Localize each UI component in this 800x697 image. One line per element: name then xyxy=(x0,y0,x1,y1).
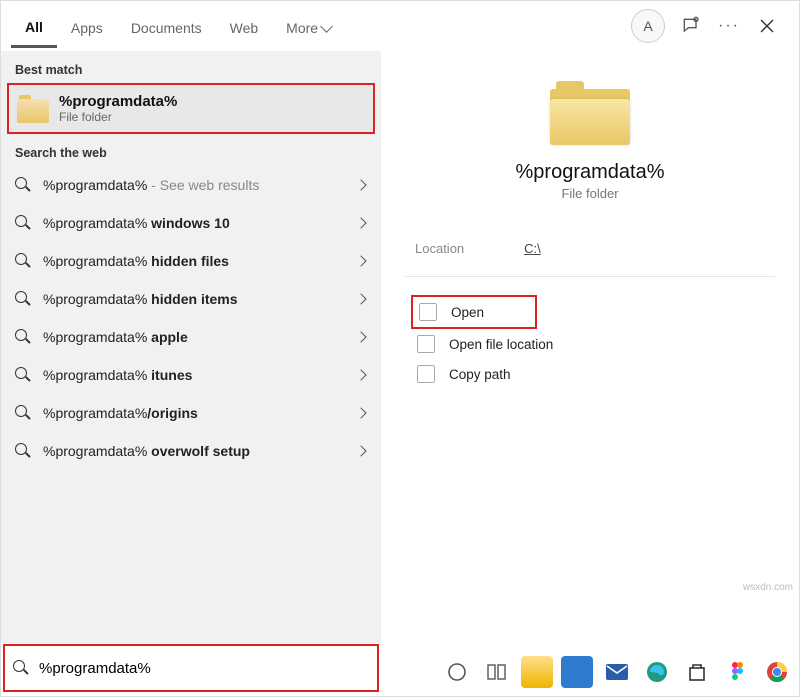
figma-icon[interactable] xyxy=(721,656,753,688)
web-result-text: %programdata% - See web results xyxy=(43,177,355,193)
action-open-file-location[interactable]: Open file location xyxy=(411,329,769,359)
best-match-title: %programdata% xyxy=(59,93,177,110)
folder-icon xyxy=(17,95,49,123)
search-icon xyxy=(15,443,31,459)
tab-all[interactable]: All xyxy=(11,5,57,48)
chevron-right-icon[interactable] xyxy=(355,443,371,459)
preview-subtitle: File folder xyxy=(561,186,618,201)
search-icon xyxy=(15,367,31,383)
tab-apps[interactable]: Apps xyxy=(57,6,117,46)
search-web-label: Search the web xyxy=(1,134,381,166)
search-box[interactable] xyxy=(3,644,379,692)
search-icon xyxy=(15,291,31,307)
chevron-right-icon[interactable] xyxy=(355,367,371,383)
cortana-icon[interactable] xyxy=(441,656,473,688)
chrome-icon[interactable] xyxy=(761,656,793,688)
search-icon xyxy=(15,215,31,231)
web-result[interactable]: %programdata% windows 10 xyxy=(1,204,381,242)
app-icon[interactable] xyxy=(561,656,593,688)
search-input[interactable] xyxy=(37,645,377,691)
mail-icon[interactable] xyxy=(601,656,633,688)
action-copy-path[interactable]: Copy path xyxy=(411,359,769,389)
task-view-icon[interactable] xyxy=(481,656,513,688)
chevron-down-icon xyxy=(320,20,333,33)
search-icon xyxy=(15,329,31,345)
preview-panel: %programdata% File folder Location C:\ O… xyxy=(381,51,799,643)
more-options-icon[interactable]: ··· xyxy=(713,10,745,42)
feedback-icon[interactable] xyxy=(675,10,707,42)
web-result-text: %programdata% windows 10 xyxy=(43,215,355,231)
folder-open-icon xyxy=(417,335,435,353)
account-avatar[interactable]: A xyxy=(631,9,665,43)
web-result[interactable]: %programdata% hidden items xyxy=(1,280,381,318)
action-open-label: Open xyxy=(451,305,484,320)
chevron-right-icon[interactable] xyxy=(355,177,371,193)
copy-icon xyxy=(417,365,435,383)
search-filter-tabs: All Apps Documents Web More A ··· xyxy=(1,1,799,51)
edge-icon[interactable] xyxy=(641,656,673,688)
search-icon xyxy=(15,177,31,193)
search-icon xyxy=(15,253,31,269)
web-results-list: %programdata% - See web results %programd… xyxy=(1,166,381,470)
search-icon xyxy=(13,660,29,676)
chevron-right-icon[interactable] xyxy=(355,215,371,231)
folder-icon xyxy=(550,81,630,145)
chevron-right-icon[interactable] xyxy=(355,329,371,345)
chevron-right-icon[interactable] xyxy=(355,405,371,421)
close-icon[interactable] xyxy=(751,10,783,42)
best-match-label: Best match xyxy=(1,51,381,83)
tab-web[interactable]: Web xyxy=(216,6,273,46)
action-open[interactable]: Open xyxy=(411,295,537,329)
action-open-location-label: Open file location xyxy=(449,337,553,352)
best-match-result[interactable]: %programdata% File folder xyxy=(7,83,375,134)
tab-documents[interactable]: Documents xyxy=(117,6,216,46)
action-copy-path-label: Copy path xyxy=(449,367,511,382)
results-panel: Best match %programdata% File folder Sea… xyxy=(1,51,381,643)
web-result-text: %programdata% apple xyxy=(43,329,355,345)
location-value[interactable]: C:\ xyxy=(524,241,541,256)
web-result[interactable]: %programdata% overwolf setup xyxy=(1,432,381,470)
location-label: Location xyxy=(415,241,464,256)
best-match-subtitle: File folder xyxy=(59,110,177,124)
tab-more[interactable]: More xyxy=(272,6,345,46)
web-result-text: %programdata% itunes xyxy=(43,367,355,383)
web-result-text: %programdata% hidden files xyxy=(43,253,355,269)
search-icon xyxy=(15,405,31,421)
file-explorer-icon[interactable] xyxy=(521,656,553,688)
open-icon xyxy=(419,303,437,321)
web-result[interactable]: %programdata% - See web results xyxy=(1,166,381,204)
web-result[interactable]: %programdata% apple xyxy=(1,318,381,356)
chevron-right-icon[interactable] xyxy=(355,291,371,307)
web-result[interactable]: %programdata%/origins xyxy=(1,394,381,432)
web-result-text: %programdata% hidden items xyxy=(43,291,355,307)
watermark: wsxdn.com xyxy=(743,582,793,593)
taskbar xyxy=(435,648,799,696)
web-result-text: %programdata% overwolf setup xyxy=(43,443,355,459)
web-result-text: %programdata%/origins xyxy=(43,405,355,421)
web-result[interactable]: %programdata% hidden files xyxy=(1,242,381,280)
preview-title: %programdata% xyxy=(516,161,665,184)
web-result[interactable]: %programdata% itunes xyxy=(1,356,381,394)
store-icon[interactable] xyxy=(681,656,713,688)
chevron-right-icon[interactable] xyxy=(355,253,371,269)
